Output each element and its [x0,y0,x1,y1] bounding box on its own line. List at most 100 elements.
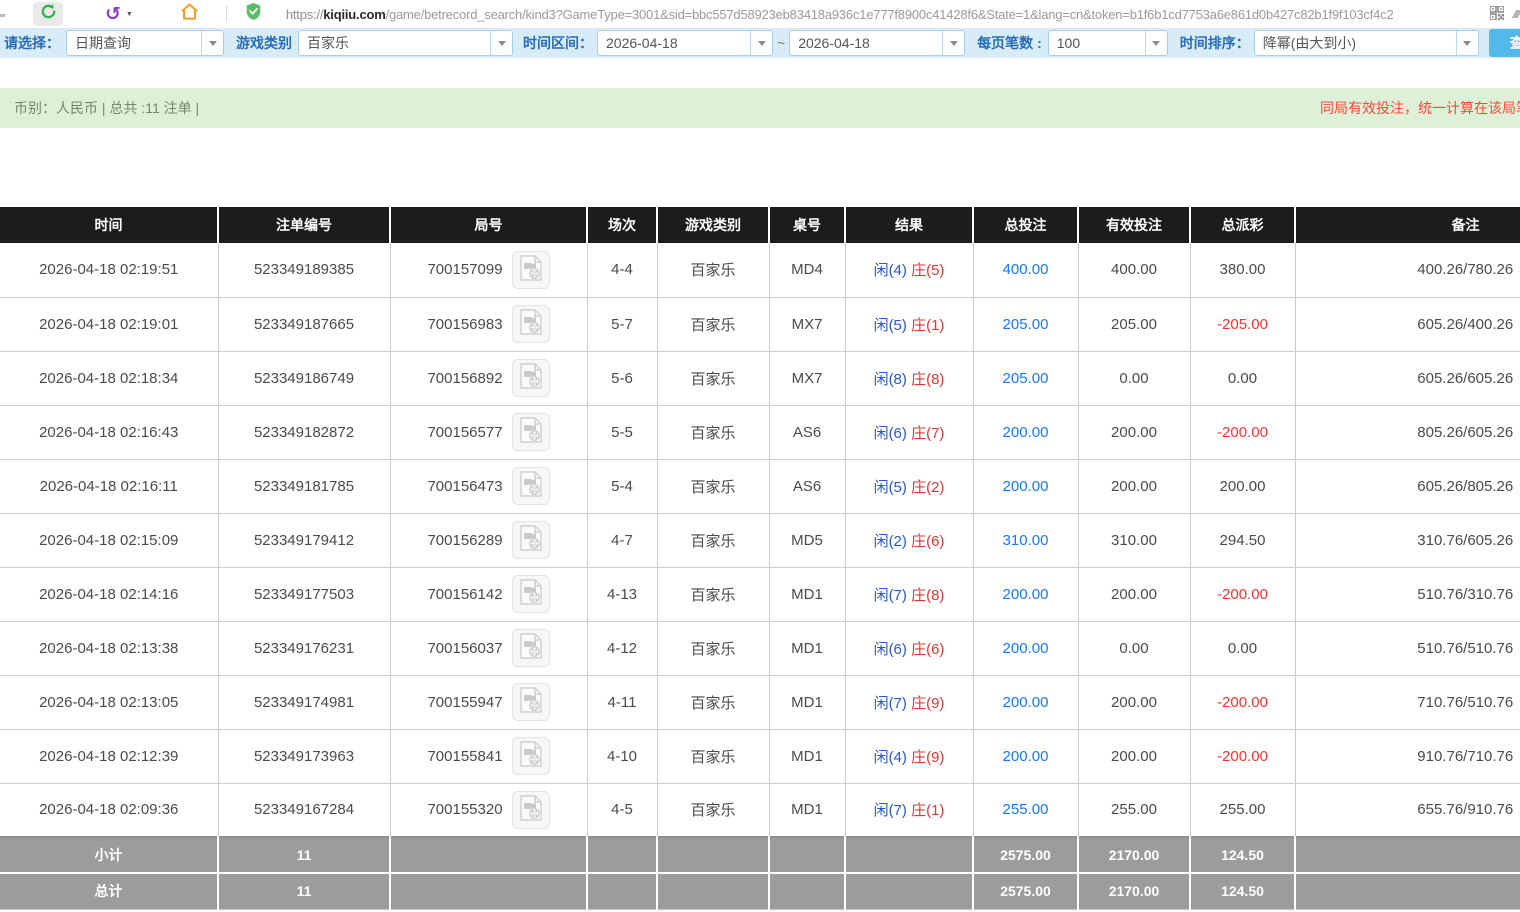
cell-note: 510.76/510.76 [1295,621,1520,675]
game-type-select[interactable]: 百家乐 [298,30,513,56]
table-row: 2026-04-18 02:19:51523349189385 70015709… [0,243,1520,297]
cell-valid_bet: 0.00 [1078,621,1190,675]
filter-bar: 请选择： 日期查询 游戏类别 百家乐 时间区间： 2026-04-18 ~ 20… [0,28,1520,58]
cell-table_no: AS6 [769,459,845,513]
chevron-down-icon [1456,31,1478,55]
round-number: 700155841 [427,748,502,765]
cell-session: 5-5 [587,405,657,459]
cell-table_no: MD1 [769,783,845,837]
footer-cell-bet_id: 11 [218,873,390,909]
cell-result: 闲(4) 庄(5) [845,243,973,297]
clipped-back-icon [0,14,5,17]
valid-bet-notice: 同局有效投注，统一计算在该局笔 [1320,98,1520,118]
column-header-valid_bet: 有效投注 [1078,207,1190,243]
sort-select[interactable]: 降幂(由大到小) [1254,30,1479,56]
query-type-select[interactable]: 日期查询 [66,30,224,56]
video-replay-button[interactable] [512,791,550,829]
round-number: 700156983 [427,316,502,333]
footer-cell-time: 总计 [0,873,218,909]
chevron-down-icon [942,31,964,55]
round-number: 700156473 [427,478,502,495]
video-replay-button[interactable] [512,575,550,613]
footer-cell-table_no [769,873,845,909]
cell-payout: 255.00 [1190,783,1295,837]
cell-round: 700156892 [390,351,587,405]
qr-code-button[interactable] [1490,6,1504,25]
footer-cell-note [1295,837,1520,873]
home-button[interactable] [179,2,200,27]
cell-round: 700155320 [390,783,587,837]
column-header-bet_id: 注单编号 [218,207,390,243]
cell-session: 4-7 [587,513,657,567]
date-from-select[interactable]: 2026-04-18 [597,30,773,56]
video-replay-button[interactable] [512,683,550,721]
footer-cell-note [1295,873,1520,909]
table-row: 2026-04-18 02:14:16523349177503 70015614… [0,567,1520,621]
cell-bet_id: 523349176231 [218,621,390,675]
column-header-round: 局号 [390,207,587,243]
cell-bet_id: 523349181785 [218,459,390,513]
round-number: 700156142 [427,586,502,603]
video-replay-button[interactable] [512,737,550,775]
cell-bet_id: 523349187665 [218,297,390,351]
date-to-select[interactable]: 2026-04-18 [789,30,965,56]
cell-note: 910.76/710.76 [1295,729,1520,783]
video-replay-button[interactable] [512,629,550,667]
column-header-note: 备注 [1295,207,1520,243]
cell-payout: 380.00 [1190,243,1295,297]
cell-time: 2026-04-18 02:14:16 [0,567,218,621]
page-size-select[interactable]: 100 [1048,30,1168,56]
banker-result: 庄(1) [911,802,944,819]
video-replay-button[interactable] [512,467,550,505]
video-replay-button[interactable] [512,305,550,343]
table-row: 2026-04-18 02:13:38523349176231 70015603… [0,621,1520,675]
video-replay-button[interactable] [512,521,550,559]
footer-cell-result [845,873,973,909]
qr-code-icon [1490,6,1504,25]
video-icon [519,255,543,285]
player-result: 闲(4) [874,262,907,279]
cell-total_bet: 200.00 [973,567,1078,621]
query-button[interactable]: 查询 [1489,29,1520,57]
summary-bar: 币别：人民币 | 总共 :11 注单 | 同局有效投注，统一计算在该局笔 [0,88,1520,128]
video-icon [519,741,543,771]
cell-round: 700156473 [390,459,587,513]
chevron-down-icon [1145,31,1167,55]
cell-time: 2026-04-18 02:13:38 [0,621,218,675]
refresh-button[interactable] [33,2,63,26]
banker-result: 庄(5) [911,262,944,279]
security-badge[interactable] [245,2,262,26]
cell-total_bet: 205.00 [973,351,1078,405]
cell-time: 2026-04-18 02:19:01 [0,297,218,351]
cell-game: 百家乐 [657,675,769,729]
cell-total_bet: 200.00 [973,459,1078,513]
banker-result: 庄(9) [911,749,944,766]
address-bar[interactable]: https://kiqiiu.com/game/betrecord_search… [286,7,1416,22]
player-result: 闲(8) [874,371,907,388]
footer-cell-table_no [769,837,845,873]
cell-time: 2026-04-18 02:15:09 [0,513,218,567]
video-replay-button[interactable] [512,413,550,451]
cell-time: 2026-04-18 02:13:05 [0,675,218,729]
cell-result: 闲(5) 庄(2) [845,459,973,513]
footer-cell-time: 小计 [0,837,218,873]
video-replay-button[interactable] [512,359,550,397]
cell-result: 闲(4) 庄(9) [845,729,973,783]
undo-dropdown-caret[interactable]: ▼ [126,11,133,18]
video-replay-button[interactable] [512,251,550,289]
cell-payout: -200.00 [1190,567,1295,621]
footer-cell-game [657,837,769,873]
cell-time: 2026-04-18 02:16:11 [0,459,218,513]
cell-result: 闲(2) 庄(6) [845,513,973,567]
round-number: 700157099 [427,261,502,278]
cell-game: 百家乐 [657,459,769,513]
cell-payout: 0.00 [1190,351,1295,405]
cell-result: 闲(7) 庄(1) [845,783,973,837]
undo-button[interactable]: ↺ ▼ [105,5,133,24]
cell-game: 百家乐 [657,351,769,405]
cell-round: 700156289 [390,513,587,567]
banker-result: 庄(8) [911,587,944,604]
video-icon [519,579,543,609]
cell-result: 闲(8) 庄(8) [845,351,973,405]
cell-result: 闲(6) 庄(7) [845,405,973,459]
